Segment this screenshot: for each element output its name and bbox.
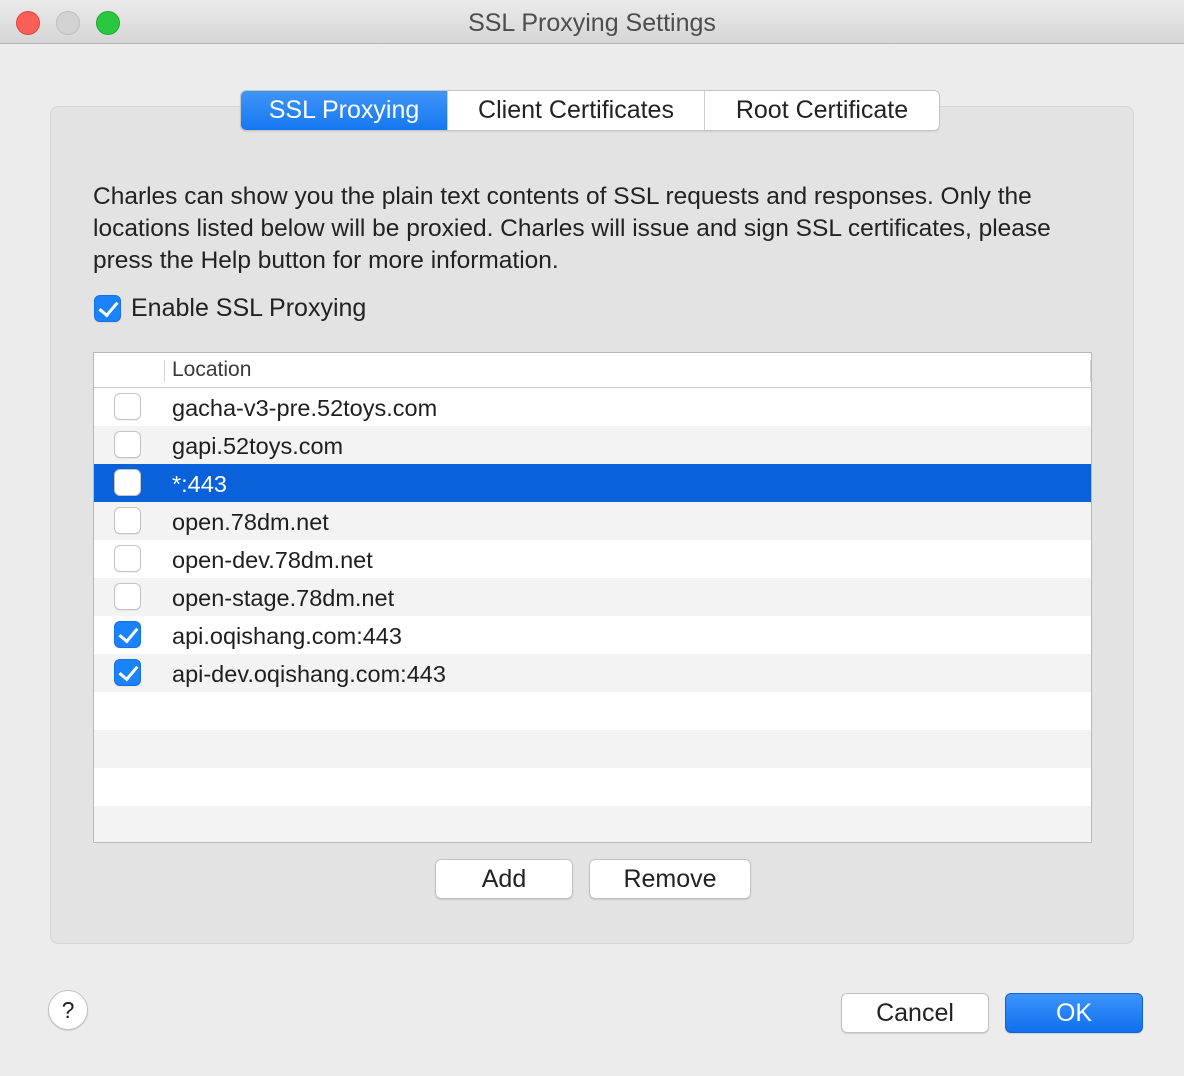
locations-table: Location gacha-v3-pre.52toys.com gapi.52t…: [93, 352, 1092, 843]
location-column-header[interactable]: Location: [172, 358, 251, 382]
table-body: gacha-v3-pre.52toys.com gapi.52toys.com *…: [94, 388, 1091, 842]
description-text: Charles can show you the plain text cont…: [93, 183, 1051, 274]
location-cell: api.oqishang.com:443: [172, 623, 402, 649]
row-enable-checkbox[interactable]: [114, 507, 141, 534]
location-cell: *:443: [172, 471, 227, 497]
tab-bar: SSL Proxying Client Certificates Root Ce…: [240, 90, 940, 131]
location-cell: api-dev.oqishang.com:443: [172, 661, 446, 687]
remove-button[interactable]: Remove: [589, 859, 751, 899]
tab-client-certificates[interactable]: Client Certificates: [448, 91, 705, 130]
column-divider[interactable]: [1090, 360, 1091, 382]
location-cell: open.78dm.net: [172, 509, 329, 535]
row-enable-checkbox[interactable]: [114, 621, 141, 648]
table-row[interactable]: open.78dm.net: [94, 502, 1091, 540]
cancel-button[interactable]: Cancel: [841, 993, 989, 1033]
location-cell: gacha-v3-pre.52toys.com: [172, 395, 438, 421]
row-enable-checkbox[interactable]: [114, 393, 141, 420]
row-enable-checkbox[interactable]: [114, 659, 141, 686]
row-enable-checkbox[interactable]: [114, 583, 141, 610]
empty-row: [94, 692, 1091, 730]
location-cell: open-stage.78dm.net: [172, 585, 395, 611]
empty-row: [94, 730, 1091, 768]
tab-ssl-proxying[interactable]: SSL Proxying: [241, 91, 448, 130]
empty-row: [94, 806, 1091, 842]
row-enable-checkbox[interactable]: [114, 469, 141, 496]
table-row[interactable]: api.oqishang.com:443: [94, 616, 1091, 654]
location-cell: open-dev.78dm.net: [172, 547, 373, 573]
table-header: Location: [94, 353, 1091, 388]
enable-ssl-proxying-row[interactable]: Enable SSL Proxying: [94, 294, 366, 323]
table-row[interactable]: api-dev.oqishang.com:443: [94, 654, 1091, 692]
enable-ssl-proxying-checkbox[interactable]: [94, 295, 121, 322]
empty-row: [94, 768, 1091, 806]
table-row[interactable]: gapi.52toys.com: [94, 426, 1091, 464]
ok-button[interactable]: OK: [1005, 993, 1143, 1033]
title-bar: SSL Proxying Settings: [0, 0, 1184, 44]
row-enable-checkbox[interactable]: [114, 431, 141, 458]
help-button[interactable]: ?: [48, 990, 88, 1030]
enable-ssl-proxying-label[interactable]: Enable SSL Proxying: [131, 294, 366, 323]
table-row[interactable]: open-stage.78dm.net: [94, 578, 1091, 616]
window-title: SSL Proxying Settings: [468, 9, 716, 37]
table-row[interactable]: open-dev.78dm.net: [94, 540, 1091, 578]
tab-root-certificate[interactable]: Root Certificate: [705, 91, 939, 130]
row-enable-checkbox[interactable]: [114, 545, 141, 572]
table-row[interactable]: *:443: [94, 464, 1091, 502]
table-row[interactable]: gacha-v3-pre.52toys.com: [94, 388, 1091, 426]
location-cell: gapi.52toys.com: [172, 433, 344, 459]
add-button[interactable]: Add: [435, 859, 573, 899]
column-divider[interactable]: [164, 360, 165, 382]
